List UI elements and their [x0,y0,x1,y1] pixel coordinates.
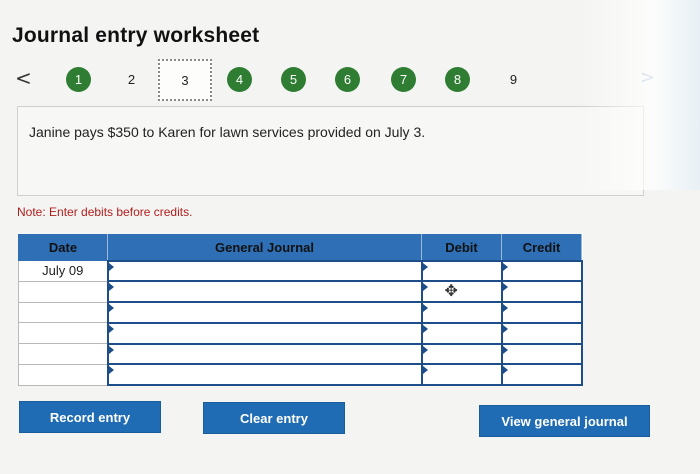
dropdown-marker-icon [502,304,508,312]
table-row [18,363,583,386]
step-9-button[interactable]: 9 [501,67,526,92]
step-3-button[interactable]: 3 [158,59,212,101]
account-input[interactable] [106,259,423,283]
dropdown-marker-icon [502,283,508,292]
credit-input[interactable] [500,259,583,283]
step-1-button[interactable]: 1 [66,67,91,92]
step-7-button[interactable]: 7 [391,67,416,92]
dropdown-marker-icon [422,366,428,375]
debit-input[interactable] [420,321,503,345]
account-input[interactable] [106,342,423,366]
dropdown-marker-icon [422,262,428,271]
date-cell[interactable] [18,322,108,344]
next-arrow-icon[interactable]: > [640,68,655,88]
view-general-journal-button[interactable]: View general journal [479,405,650,437]
dropdown-marker-icon [502,345,508,354]
dropdown-marker-icon [422,345,428,354]
table-row [18,321,583,345]
debit-input[interactable] [420,342,503,366]
dropdown-marker-icon [422,304,428,312]
dropdown-marker-icon [422,283,428,292]
table-row: ✥ [18,280,583,303]
date-cell[interactable] [18,301,108,324]
dropdown-marker-icon [108,304,114,312]
table-row [18,342,583,366]
account-input[interactable] [106,363,423,386]
account-input[interactable] [106,280,423,303]
debit-input[interactable]: ✥ [420,280,503,303]
step-2-button[interactable]: 2 [119,67,144,92]
debit-input[interactable] [420,301,503,324]
table-row: July 09 [18,259,583,283]
prev-arrow-icon[interactable]: < [15,68,32,88]
page-title: Journal entry worksheet [12,24,260,47]
date-header: Date [18,234,108,261]
record-entry-button[interactable]: Record entry [19,401,161,433]
general-journal-header: General Journal [107,234,422,261]
dropdown-marker-icon [108,366,114,375]
clear-entry-button[interactable]: Clear entry [203,402,345,434]
date-cell[interactable]: July 09 [18,260,108,282]
date-cell[interactable] [18,343,108,365]
debit-input[interactable] [420,259,503,283]
dropdown-marker-icon [108,283,114,292]
dropdown-marker-icon [502,324,508,333]
credit-input[interactable] [500,321,583,345]
account-input[interactable] [106,321,423,345]
credit-input[interactable] [500,301,583,324]
journal-table: Date General Journal Debit Credit July 0… [18,234,583,386]
step-8-button[interactable]: 8 [445,67,470,92]
note-text: Note: Enter debits before credits. [17,205,193,219]
dropdown-marker-icon [108,345,114,354]
dropdown-marker-icon [108,262,114,271]
credit-header: Credit [501,234,582,261]
credit-input[interactable] [500,280,583,303]
dropdown-marker-icon [502,262,508,271]
step-5-button[interactable]: 5 [281,67,306,92]
move-cursor-icon: ✥ [444,281,458,301]
question-box: Janine pays $350 to Karen for lawn servi… [17,106,644,196]
debit-header: Debit [421,234,502,261]
table-header-row: Date General Journal Debit Credit [18,234,582,261]
dropdown-marker-icon [422,324,428,333]
credit-input[interactable] [500,363,583,386]
step-6-button[interactable]: 6 [335,67,360,92]
account-input[interactable] [106,301,423,324]
step-4-button[interactable]: 4 [227,67,252,92]
date-cell[interactable] [18,363,108,386]
date-cell[interactable] [18,280,108,303]
table-row [18,301,583,324]
dropdown-marker-icon [502,366,508,375]
question-text: Janine pays $350 to Karen for lawn servi… [29,124,426,140]
credit-input[interactable] [500,342,583,366]
debit-input[interactable] [420,363,503,386]
dropdown-marker-icon [108,324,114,333]
